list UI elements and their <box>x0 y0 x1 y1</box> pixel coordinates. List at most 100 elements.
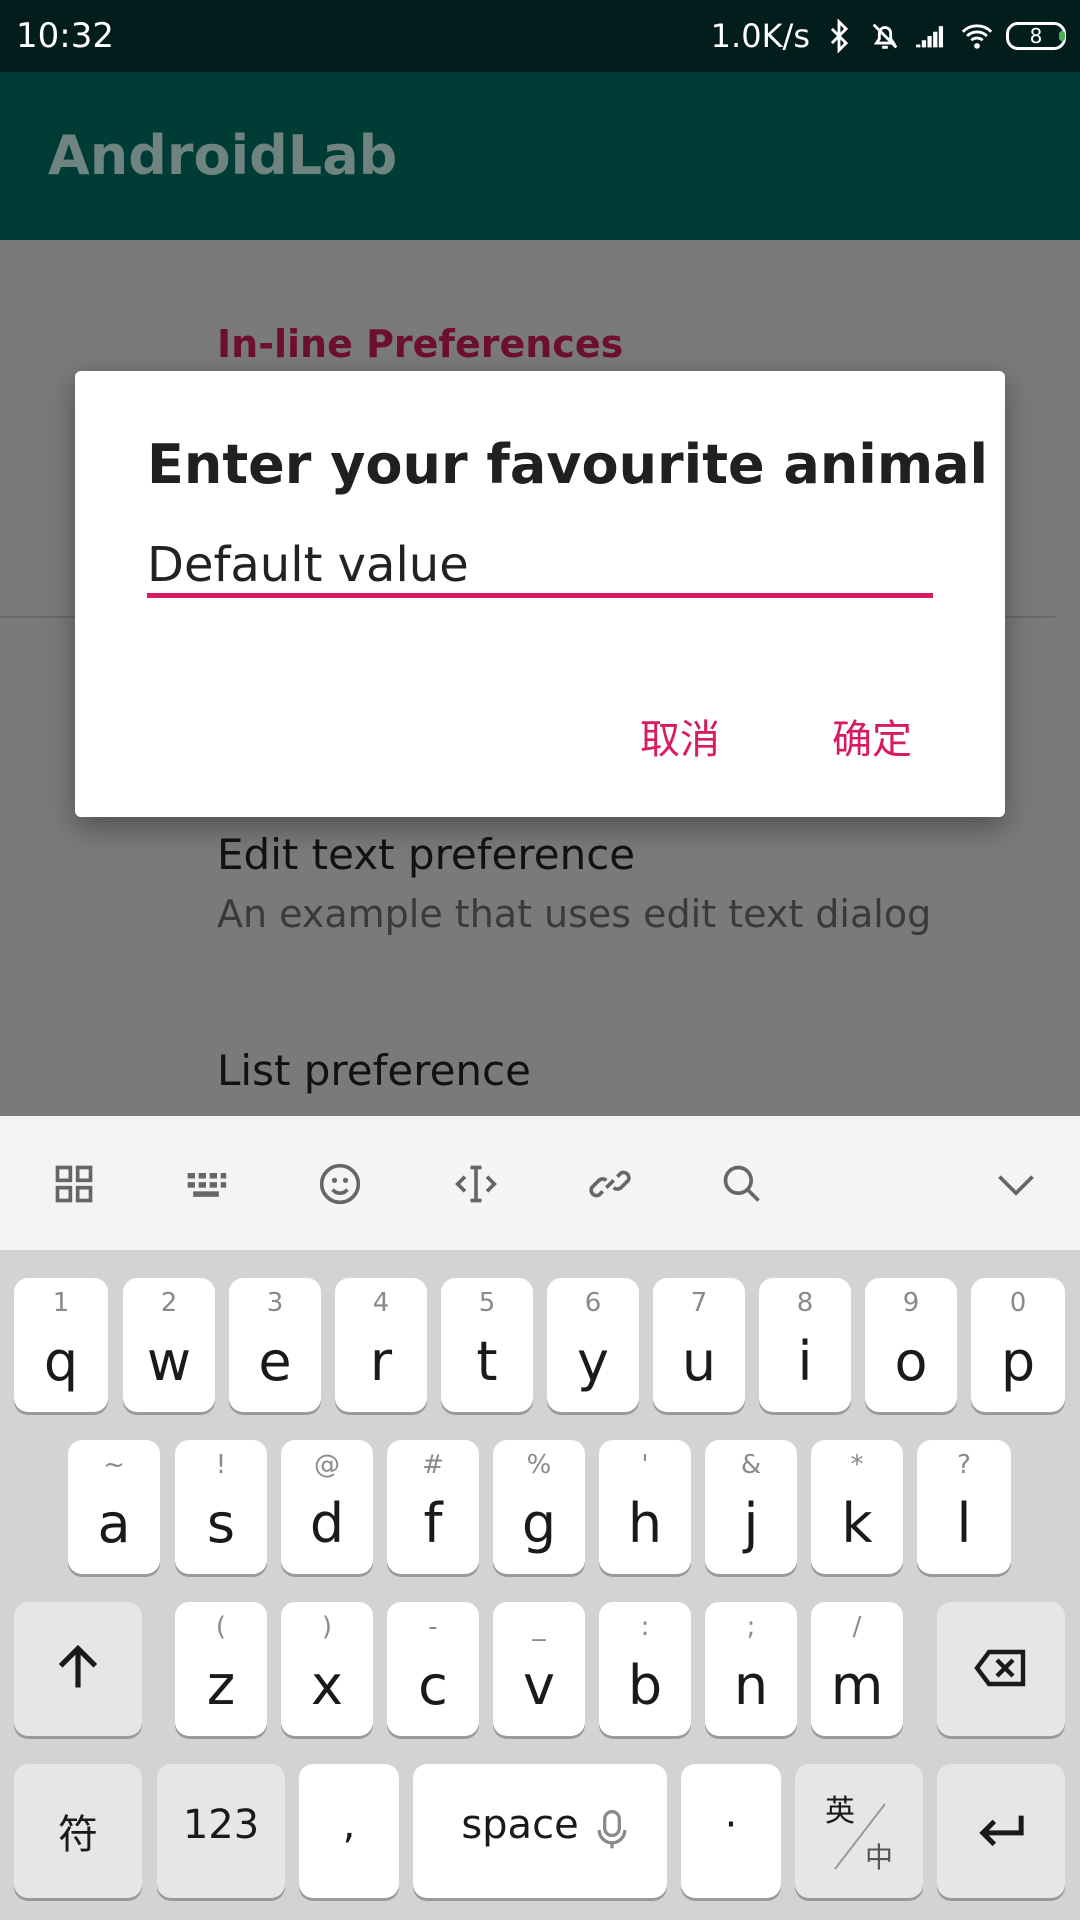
preference-section-title: In-line Preferences <box>217 322 624 366</box>
key-l[interactable]: ? l <box>917 1440 1011 1574</box>
key-s[interactable]: ! s <box>175 1440 267 1574</box>
key-label: s <box>206 1492 236 1555</box>
key-v[interactable]: _ v <box>493 1602 585 1736</box>
key-hint: ! <box>215 1450 227 1480</box>
key-hint: 0 <box>1009 1288 1027 1318</box>
key-label: v <box>523 1654 555 1717</box>
keyboard-icon[interactable] <box>184 1162 228 1206</box>
period-key[interactable]: · <box>681 1764 781 1898</box>
key-i[interactable]: 8i <box>759 1278 851 1412</box>
key-label: k <box>841 1492 873 1555</box>
edit-text-preference-title[interactable]: Edit text preference <box>217 830 635 879</box>
key-w[interactable]: 2w <box>123 1278 215 1412</box>
key-hint: # <box>422 1450 444 1480</box>
key-hint: / <box>852 1612 862 1642</box>
key-hint: 9 <box>902 1288 920 1318</box>
key-label: f <box>423 1492 443 1555</box>
status-icons: 1.0K/s 8 <box>711 14 1066 58</box>
status-time: 10:32 <box>16 16 114 56</box>
collapse-chevron-icon[interactable] <box>994 1162 1038 1206</box>
key-c[interactable]: -c <box>387 1602 479 1736</box>
key-d[interactable]: @ d <box>281 1440 373 1574</box>
status-bar: 10:32 1.0K/s 8 <box>0 0 1080 72</box>
key-label: l <box>956 1492 972 1555</box>
key-hint: ~ <box>103 1450 125 1480</box>
key-e[interactable]: 3e <box>229 1278 321 1412</box>
key-label: p <box>1000 1330 1036 1393</box>
key-label: m <box>830 1654 884 1717</box>
shift-key[interactable] <box>14 1602 142 1736</box>
key-f[interactable]: # f <box>387 1440 479 1574</box>
key-hint: % <box>526 1450 552 1480</box>
link-icon[interactable] <box>588 1162 632 1206</box>
key-label: n <box>733 1654 769 1717</box>
key-label: c <box>418 1654 448 1717</box>
animal-input[interactable] <box>147 537 933 598</box>
symbols-key[interactable]: 符 <box>14 1764 142 1898</box>
cancel-button[interactable]: 取消 <box>640 707 720 765</box>
key-hint: * <box>850 1450 864 1480</box>
key-t[interactable]: 5t <box>441 1278 533 1412</box>
shift-arrow-icon <box>58 1644 98 1688</box>
grid-icon[interactable] <box>52 1162 96 1206</box>
key-b[interactable]: :b <box>599 1602 691 1736</box>
language-switch-key[interactable]: 英 中 <box>795 1764 923 1898</box>
key-label: b <box>627 1654 663 1717</box>
search-icon[interactable] <box>720 1162 764 1206</box>
key-hint: _ <box>532 1612 546 1642</box>
key-label: h <box>627 1492 663 1555</box>
key-r[interactable]: 4r <box>335 1278 427 1412</box>
key-hint: 3 <box>266 1288 284 1318</box>
key-j[interactable]: & j <box>705 1440 797 1574</box>
microphone-icon <box>597 1810 627 1849</box>
bell-off-icon <box>872 23 898 49</box>
key-hint: 8 <box>796 1288 814 1318</box>
backspace-key[interactable] <box>937 1602 1065 1736</box>
key-label: · <box>724 1802 738 1848</box>
key-hint: ) <box>321 1612 333 1642</box>
soft-keyboard: 1q 2w 3e 4r 5t 6y 7u 8i 9o 0p ~ a ! s @ d #… <box>0 1250 1080 1920</box>
key-label: a <box>97 1492 131 1555</box>
key-hint: & <box>740 1450 762 1480</box>
key-n[interactable]: ; n <box>705 1602 797 1736</box>
backspace-icon <box>974 1649 1026 1687</box>
key-hint: @ <box>314 1450 340 1480</box>
confirm-button[interactable]: 确定 <box>832 707 912 765</box>
key-hint: 6 <box>584 1288 602 1318</box>
key-x[interactable]: ) x <box>281 1602 373 1736</box>
key-k[interactable]: * k <box>811 1440 903 1574</box>
key-o[interactable]: 9o <box>865 1278 957 1412</box>
key-g[interactable]: % g <box>493 1440 585 1574</box>
key-label: x <box>311 1654 343 1717</box>
key-hint: 7 <box>690 1288 708 1318</box>
key-y[interactable]: 6y <box>547 1278 639 1412</box>
key-m[interactable]: / m <box>811 1602 903 1736</box>
enter-key[interactable] <box>937 1764 1065 1898</box>
key-label: j <box>743 1492 759 1555</box>
battery-icon: 8 <box>1006 22 1066 50</box>
space-key[interactable]: space <box>413 1764 667 1898</box>
key-label: g <box>521 1492 557 1555</box>
dialog-title: Enter your favourite animal <box>147 433 989 496</box>
cursor-icon[interactable] <box>454 1162 498 1206</box>
emoji-icon[interactable] <box>318 1162 362 1206</box>
key-hint: ; <box>746 1612 756 1642</box>
key-hint: - <box>428 1612 438 1642</box>
key-p[interactable]: 0p <box>971 1278 1065 1412</box>
key-label: r <box>369 1330 393 1393</box>
key-label: w <box>146 1330 192 1393</box>
key-a[interactable]: ~ a <box>68 1440 160 1574</box>
list-preference-title[interactable]: List preference <box>217 1046 531 1095</box>
network-speed: 1.0K/s <box>710 17 810 55</box>
key-hint: 5 <box>478 1288 496 1318</box>
key-q[interactable]: 1q <box>14 1278 108 1412</box>
edit-text-preference-summary: An example that uses edit text dialog <box>217 892 932 936</box>
key-z[interactable]: (z <box>175 1602 267 1736</box>
numbers-key[interactable]: 123 <box>157 1764 285 1898</box>
key-h[interactable]: ' h <box>599 1440 691 1574</box>
lang-bottom-label: 中 <box>865 1841 894 1874</box>
key-hint: 4 <box>372 1288 390 1318</box>
key-label: d <box>309 1492 345 1555</box>
key-label: t <box>476 1330 498 1393</box>
key-u[interactable]: 7u <box>653 1278 745 1412</box>
